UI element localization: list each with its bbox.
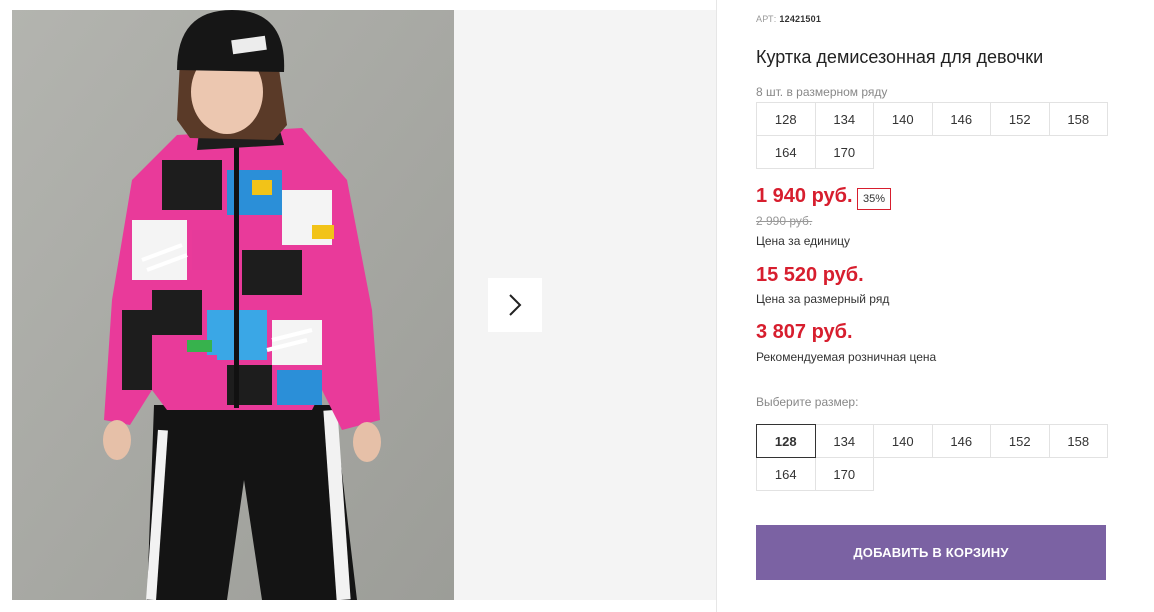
next-image-button[interactable] [488,278,542,332]
product-title: Куртка демисезонная для девочки [756,47,1044,67]
pack-size-cell: 152 [990,102,1050,136]
pack-size-cell: 170 [814,135,874,169]
product-photo[interactable] [12,10,454,600]
product-sku: АРТ: 12421501 [756,14,821,24]
column-divider [716,0,717,612]
choose-size-label: Выберите размер: [756,395,859,409]
product-photo-illustration [12,10,454,600]
size-option-128[interactable]: 128 [756,424,816,458]
pack-size-cell: 146 [931,102,991,136]
pack-size-cell: 158 [1048,102,1108,136]
chevron-right-icon [509,294,522,316]
size-option-164[interactable]: 164 [756,457,816,491]
size-option-146[interactable]: 146 [931,424,991,458]
sku-value: 12421501 [779,14,822,24]
pack-size-cell: 140 [873,102,933,136]
product-gallery [12,10,717,600]
pack-price: 15 520 руб. [756,264,864,286]
size-option-134[interactable]: 134 [814,424,874,458]
rrp-price: 3 807 руб. [756,321,853,343]
unit-price: 1 940 руб. [756,185,853,207]
pack-size-grid: 128 134 140 146 152 158 164 170 [756,102,1113,169]
pack-size-label: 8 шт. в размерном ряду [756,85,888,99]
pack-size-cell: 134 [814,102,874,136]
size-option-158[interactable]: 158 [1048,424,1108,458]
pack-size-cell: 164 [756,135,816,169]
size-option-152[interactable]: 152 [990,424,1050,458]
pack-size-cell: 128 [756,102,816,136]
old-price: 2 990 руб. [756,214,813,228]
unit-price-caption: Цена за единицу [756,234,851,248]
add-to-cart-button[interactable]: ДОБАВИТЬ В КОРЗИНУ [756,525,1106,580]
size-option-170[interactable]: 170 [814,457,874,491]
rrp-price-caption: Рекомендуемая розничная цена [756,350,937,364]
sku-label: АРТ: [756,14,777,24]
size-picker: 128 134 140 146 152 158 164 170 [756,424,1113,491]
discount-badge: 35% [857,188,891,210]
pack-price-caption: Цена за размерный ряд [756,292,890,306]
size-option-140[interactable]: 140 [873,424,933,458]
